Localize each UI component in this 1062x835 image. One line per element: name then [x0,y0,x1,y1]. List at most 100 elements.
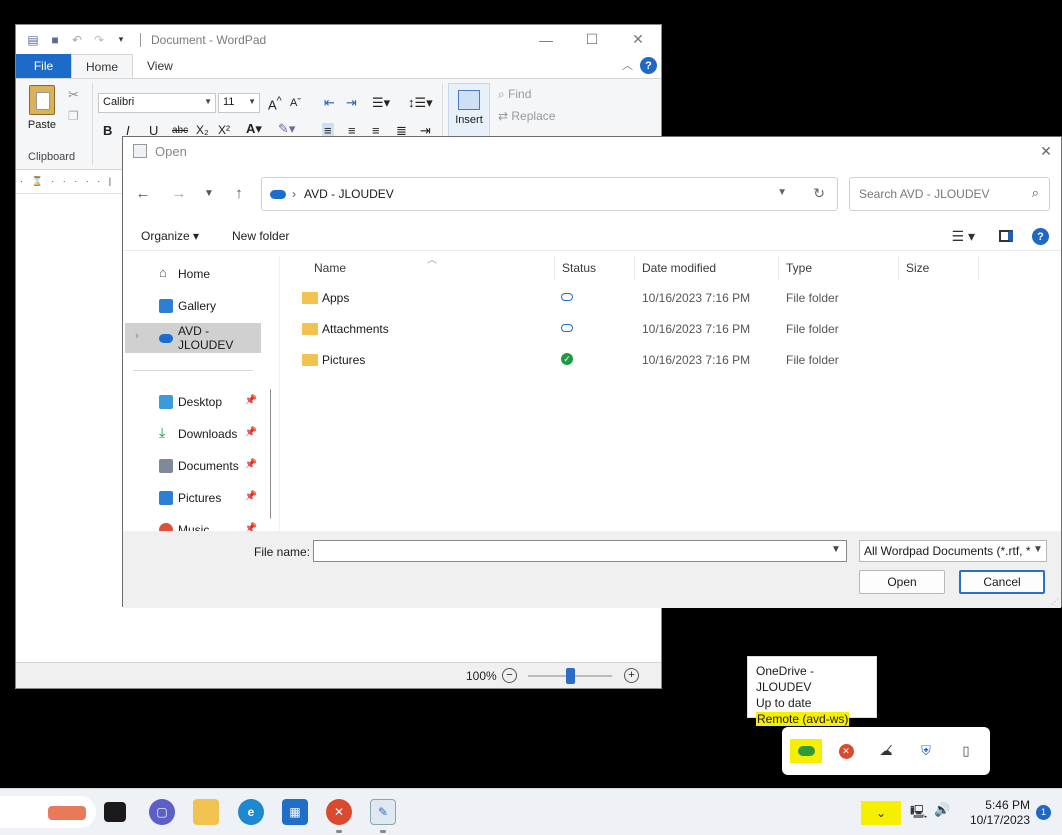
superscript-icon[interactable]: X² [218,123,230,137]
paste-button[interactable]: Paste [24,85,60,131]
nav-item-home[interactable]: ⌂ Home [125,259,261,289]
wordpad-taskbar-icon[interactable]: ✎ [370,799,396,825]
taskbar-search-widget[interactable] [0,796,96,828]
column-header-size[interactable]: Size [906,259,929,283]
close-button[interactable]: ✕ [615,25,661,54]
expand-chevron-icon[interactable]: › [135,330,139,342]
redo-icon[interactable]: ↷ [90,31,108,49]
ruler[interactable]: · ⌛ · · · · · | [16,172,126,194]
find-button[interactable]: ⌕ Find [498,87,531,102]
dialog-close-button[interactable]: ✕ [1031,137,1061,165]
cancel-button[interactable]: Cancel [959,570,1045,594]
nav-pane-scrollbar[interactable] [270,389,271,519]
column-header-date[interactable]: Date modified [642,259,716,283]
table-row[interactable]: Pictures ✓ 10/16/2023 7:16 PM File folde… [280,345,1062,375]
file-type-select[interactable]: All Wordpad Documents (*.rtf, * [859,540,1047,562]
table-row[interactable]: Attachments 10/16/2023 7:16 PM File fold… [280,314,1062,344]
file-name-input[interactable] [313,540,847,562]
zoom-in-button[interactable]: + [624,668,639,683]
nav-item-gallery[interactable]: Gallery [125,291,261,321]
show-hidden-icons-button[interactable]: ⌄ [861,801,901,825]
view-options-icon[interactable]: ☰ ▾ [952,228,975,245]
help-icon[interactable]: ? [640,57,657,74]
search-input[interactable]: Search AVD - JLOUDEV ⌕ [849,177,1050,211]
help-icon[interactable]: ? [1032,228,1049,245]
grow-font-icon[interactable]: A^ [268,95,282,112]
subscript-icon[interactable]: X₂ [196,123,209,137]
column-header-type[interactable]: Type [786,259,812,283]
open-button[interactable]: Open [859,570,945,594]
column-divider[interactable] [554,256,555,280]
search-icon[interactable]: ⌕ [1032,185,1039,201]
strikethrough-icon[interactable]: abc [172,125,188,136]
decrease-indent-icon[interactable]: ⇤ [324,95,335,111]
cut-icon[interactable]: ✂ [68,87,79,103]
insert-picture-button[interactable]: Insert [448,83,490,137]
resize-grip-icon[interactable]: ⋰ [1051,597,1059,606]
column-header-name[interactable]: Name [314,259,346,283]
collapse-ribbon-icon[interactable]: ︿ [622,57,633,73]
chevron-down-icon[interactable]: ▼ [777,187,787,198]
bold-icon[interactable]: B [103,123,112,138]
network-icon[interactable]: 🖳 [910,803,927,825]
address-bar[interactable]: › AVD - JLOUDEV ▼ ↻ [261,177,838,211]
remote-desktop-icon[interactable]: ✕ [326,799,352,825]
usb-eject-tray-icon[interactable]: ▯ [954,739,978,763]
copy-icon[interactable]: ❐ [68,109,79,123]
column-divider[interactable] [898,256,899,280]
tab-view[interactable]: View [133,54,187,78]
table-row[interactable]: Apps 10/16/2023 7:16 PM File folder [280,283,1062,313]
breadcrumb-chevron-icon[interactable]: › [292,187,296,201]
increase-indent-icon[interactable]: ⇥ [346,95,357,111]
zoom-out-button[interactable]: − [502,668,517,683]
chevron-down-icon[interactable]: ▼ [831,544,841,555]
save-icon[interactable]: ■ [46,31,64,49]
forward-button[interactable]: → [169,183,189,203]
back-button[interactable]: ← [133,183,153,203]
chevron-down-icon[interactable]: ▼ [1033,544,1043,555]
remote-desktop-tray-icon[interactable]: ✕ [834,739,858,763]
wordpad-app-icon[interactable]: ▤ [24,31,42,49]
column-divider[interactable] [978,256,979,280]
column-header-status[interactable]: Status [562,259,596,283]
highlight-icon[interactable]: ✎▾ [278,121,295,137]
preview-pane-icon[interactable] [999,230,1013,242]
cloud-offline-tray-icon[interactable]: ☁̸ [874,739,898,763]
minimize-button[interactable]: — [523,25,569,54]
edge-icon[interactable]: e [238,799,264,825]
security-shield-tray-icon[interactable]: ⛨ [914,739,938,763]
tab-home[interactable]: Home [71,54,134,78]
breadcrumb[interactable]: AVD - JLOUDEV [304,187,394,201]
font-family-select[interactable]: Calibri ▼ [98,93,216,113]
onedrive-tray-icon[interactable] [790,739,822,763]
file-explorer-icon[interactable] [193,799,219,825]
notification-badge[interactable]: 1 [1036,805,1051,820]
clock[interactable]: 5:46 PM 10/17/2023 [968,798,1030,828]
nav-item-avd-jloudev[interactable]: › AVD - JLOUDEV [125,323,261,353]
new-folder-button[interactable]: New folder [232,229,289,243]
volume-icon[interactable]: 🔊 [934,802,950,818]
store-icon[interactable]: ▦ [282,799,308,825]
font-size-select[interactable]: 11 ▼ [218,93,260,113]
zoom-slider-thumb[interactable] [566,668,575,684]
font-color-icon[interactable]: A▾ [246,121,262,137]
nav-item-pictures[interactable]: Pictures 📌 [125,483,261,513]
customize-quick-access-icon[interactable]: ▾ [112,31,130,49]
organize-button[interactable]: Organize ▾ [141,229,199,243]
recent-locations-button[interactable]: ▼ [199,183,219,203]
replace-button[interactable]: ⇄ Replace [498,109,555,123]
tab-file[interactable]: File [16,54,71,78]
maximize-button[interactable]: ☐ [569,25,615,54]
bullets-icon[interactable]: ☰▾ [372,95,390,111]
undo-icon[interactable]: ↶ [68,31,86,49]
column-divider[interactable] [634,256,635,280]
nav-item-music[interactable]: Music 📌 [125,515,261,531]
nav-item-downloads[interactable]: ⤓ Downloads 📌 [125,419,261,449]
task-view-icon[interactable] [104,802,126,822]
column-divider[interactable] [778,256,779,280]
nav-item-desktop[interactable]: Desktop 📌 [125,387,261,417]
chat-icon[interactable]: ▢ [149,799,175,825]
up-button[interactable]: ↑ [229,183,249,203]
line-spacing-icon[interactable]: ↕☰▾ [408,95,433,111]
refresh-icon[interactable]: ↻ [813,185,825,202]
